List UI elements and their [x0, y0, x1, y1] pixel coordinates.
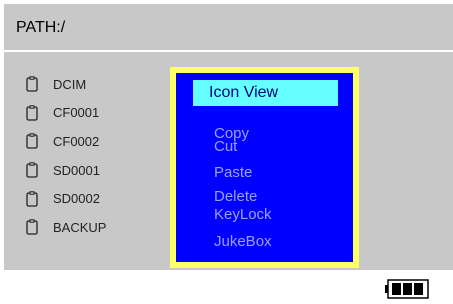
list-item-cf0002[interactable]: CF0002 [24, 127, 164, 156]
file-icon [26, 162, 38, 178]
file-icon [26, 133, 38, 150]
path-bar: PATH:/ [4, 4, 453, 52]
file-label: BACKUP [53, 219, 107, 235]
path-label: PATH:/ [16, 19, 66, 36]
context-menu-panel: Icon View Copy Cut Paste Delete KeyLock … [176, 73, 353, 262]
menu-item-icon-view[interactable]: Icon View [193, 80, 338, 106]
file-icon [26, 105, 38, 121]
battery-full-icon [385, 279, 429, 299]
list-item-dcim[interactable]: DCIM [24, 70, 164, 99]
menu-item-keylock[interactable]: KeyLock [214, 206, 272, 223]
file-browser-screen: PATH:/ DCIM CF0001 CF0002 SD0001 SD0002 … [4, 4, 453, 270]
menu-item-cut[interactable]: Cut [214, 138, 237, 155]
list-item-backup[interactable]: BACKUP [24, 213, 164, 242]
context-menu: Icon View Copy Cut Paste Delete KeyLock … [170, 67, 359, 268]
file-list: DCIM CF0001 CF0002 SD0001 SD0002 BACKUP [24, 70, 164, 242]
file-icon [26, 190, 38, 207]
list-item-sd0001[interactable]: SD0001 [24, 156, 164, 185]
menu-item-paste[interactable]: Paste [214, 164, 252, 181]
menu-item-jukebox[interactable]: JukeBox [214, 233, 272, 250]
file-label: DCIM [53, 76, 87, 92]
file-label: CF0001 [53, 105, 100, 121]
file-label: SD0001 [53, 162, 100, 178]
list-item-cf0001[interactable]: CF0001 [24, 99, 164, 128]
file-icon [26, 76, 38, 92]
file-icon [26, 219, 38, 235]
file-label: SD0002 [53, 191, 100, 207]
file-label: CF0002 [53, 133, 100, 149]
list-item-sd0002[interactable]: SD0002 [24, 184, 164, 213]
menu-item-delete[interactable]: Delete [214, 188, 257, 205]
